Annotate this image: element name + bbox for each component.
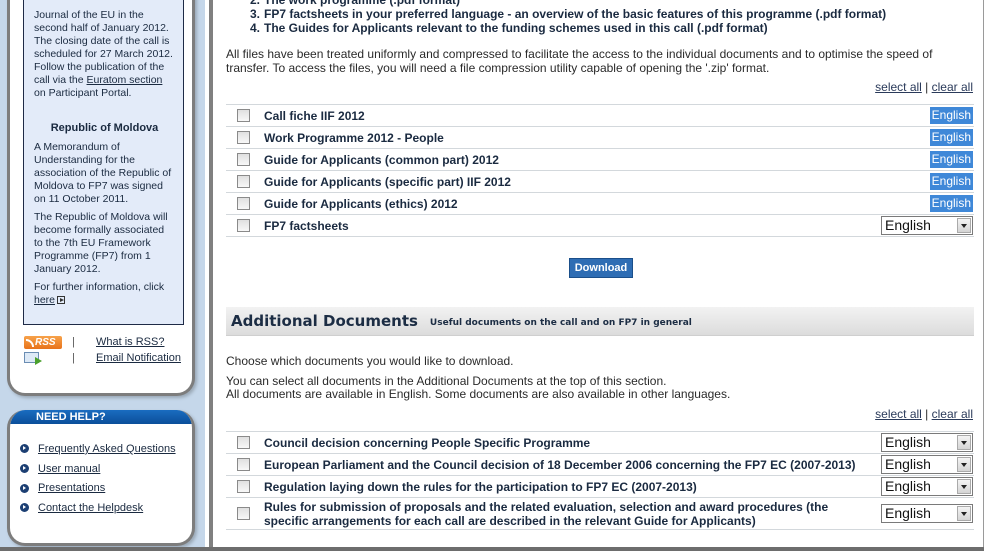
table-row: Rules for submission of proposals and th… (226, 498, 974, 530)
section-title: Additional Documents (231, 312, 418, 330)
table-row: Guide for Applicants (specific part) IIF… (226, 171, 974, 193)
table-row: Council decision concerning People Speci… (226, 432, 974, 454)
clear-all-link[interactable]: clear all (932, 407, 973, 421)
table-row: Call fiche IIF 2012 English (226, 105, 974, 127)
document-checkbox[interactable] (237, 507, 250, 520)
additional-documents-table: Council decision concerning People Speci… (226, 431, 974, 530)
news-box: Journal of the EU in the second half of … (23, 0, 184, 325)
bullet-arrow-icon (20, 483, 29, 493)
need-help-title: NEED HELP? (10, 410, 192, 424)
select-documents-text: You can select all documents in the Addi… (226, 374, 667, 388)
call-documents-table: Call fiche IIF 2012 English Work Program… (226, 104, 974, 237)
contact-helpdesk-link[interactable]: Contact the Helpdesk (38, 502, 143, 514)
chevron-down-icon[interactable] (957, 506, 971, 521)
document-title: Rules for submission of proposals and th… (264, 499, 829, 528)
language-tag[interactable]: English (929, 129, 973, 146)
bullet-arrow-icon (20, 464, 29, 474)
email-notification-icon[interactable] (24, 352, 42, 365)
separator: | (72, 352, 75, 364)
language-select[interactable]: English (881, 455, 973, 474)
download-button[interactable]: Download (569, 258, 633, 278)
euratom-section-link[interactable]: Euratom section (87, 74, 163, 86)
user-manual-link[interactable]: User manual (38, 463, 100, 475)
language-select[interactable]: English (881, 477, 973, 496)
bullet-arrow-icon (20, 503, 29, 513)
clear-all-link[interactable]: clear all (932, 80, 973, 94)
document-title: Guide for Applicants (common part) 2012 (264, 152, 499, 167)
document-checkbox[interactable] (237, 219, 250, 232)
additional-documents-header: Additional Documents Useful documents on… (226, 307, 974, 336)
main-content: 2. The work programme (.pdf format) 3. FP7… (213, 0, 984, 551)
here-link[interactable]: here (34, 294, 55, 306)
moldova-paragraph-1: A Memorandum of Understanding for the as… (34, 141, 172, 205)
document-title: Work Programme 2012 - People (264, 130, 444, 145)
chevron-down-icon[interactable] (957, 479, 971, 494)
help-item-user-manual[interactable]: User manual (20, 459, 192, 479)
what-is-rss-link[interactable]: What is RSS? (96, 336, 164, 348)
table-row: Guide for Applicants (ethics) 2012 Engli… (226, 193, 974, 215)
email-notification-link[interactable]: Email Notification (96, 352, 181, 364)
chevron-down-icon[interactable] (957, 218, 971, 233)
language-select[interactable]: English (881, 433, 973, 452)
language-select[interactable]: English (881, 504, 973, 523)
document-checkbox[interactable] (237, 131, 250, 144)
call-documents-list: 2. The work programme (.pdf format) 3. FP7… (250, 0, 886, 35)
table-row: Work Programme 2012 - People English (226, 127, 974, 149)
language-select[interactable]: English (881, 216, 973, 235)
compression-note: All files have been treated uniformly an… (226, 47, 933, 75)
section-subtitle: Useful documents on the call and on FP7 … (429, 317, 692, 328)
help-item-presentations[interactable]: Presentations (20, 478, 192, 498)
availability-text: All documents are available in English. … (226, 387, 731, 401)
presentations-link[interactable]: Presentations (38, 482, 105, 494)
chevron-down-icon[interactable] (957, 457, 971, 472)
table-row: European Parliament and the Council deci… (226, 454, 974, 476)
bottom-border (0, 547, 984, 551)
table-row: FP7 factsheets English (226, 215, 974, 237)
document-checkbox[interactable] (237, 175, 250, 188)
document-title: European Parliament and the Council deci… (264, 457, 856, 472)
list-item: 2. The work programme (.pdf format) (250, 0, 461, 7)
language-tag[interactable]: English (929, 107, 973, 124)
bullet-arrow-icon (20, 444, 29, 454)
document-checkbox[interactable] (237, 153, 250, 166)
choose-documents-text: Choose which documents you would like to… (226, 354, 514, 368)
select-clear-controls: select all | clear all (875, 80, 973, 94)
document-checkbox[interactable] (237, 436, 250, 449)
document-checkbox[interactable] (237, 197, 250, 210)
moldova-heading: Republic of Moldova (50, 122, 159, 134)
list-item: 4. The Guides for Applicants relevant to … (250, 21, 768, 35)
need-help-panel: NEED HELP? Frequently Asked Questions Us… (7, 410, 195, 546)
language-tag[interactable]: English (929, 151, 973, 168)
select-clear-controls-additional: select all | clear all (875, 407, 973, 421)
language-tag[interactable]: English (929, 173, 973, 190)
table-row: Regulation laying down the rules for the… (226, 476, 974, 498)
sidebar: Journal of the EU in the second half of … (0, 0, 205, 551)
external-arrow-icon (57, 296, 66, 304)
list-item: 3. FP7 factsheets in your preferred langu… (250, 7, 887, 21)
document-title: FP7 factsheets (264, 218, 349, 233)
document-title: Guide for Applicants (ethics) 2012 (264, 196, 458, 211)
chevron-down-icon[interactable] (957, 435, 971, 450)
rss-icon[interactable]: RSS (24, 336, 62, 349)
document-checkbox[interactable] (237, 109, 250, 122)
help-item-helpdesk[interactable]: Contact the Helpdesk (20, 498, 192, 518)
help-item-faq[interactable]: Frequently Asked Questions (20, 439, 192, 459)
document-checkbox[interactable] (237, 480, 250, 493)
document-title: Call fiche IIF 2012 (264, 108, 365, 123)
language-tag[interactable]: English (929, 195, 973, 212)
news-intro-text-2: on Participant Portal. (34, 87, 132, 99)
moldova-paragraph-3: For further information, click (34, 281, 165, 293)
faq-link[interactable]: Frequently Asked Questions (38, 443, 176, 455)
document-checkbox[interactable] (237, 458, 250, 471)
document-title: Council decision concerning People Speci… (264, 435, 591, 450)
select-all-link[interactable]: select all (875, 80, 922, 94)
document-title: Regulation laying down the rules for the… (264, 479, 697, 494)
document-title: Guide for Applicants (specific part) IIF… (264, 174, 511, 189)
table-row: Guide for Applicants (common part) 2012 … (226, 149, 974, 171)
separator: | (72, 336, 75, 348)
moldova-paragraph-2: The Republic of Moldova will become form… (34, 211, 168, 275)
select-all-link[interactable]: select all (875, 407, 922, 421)
